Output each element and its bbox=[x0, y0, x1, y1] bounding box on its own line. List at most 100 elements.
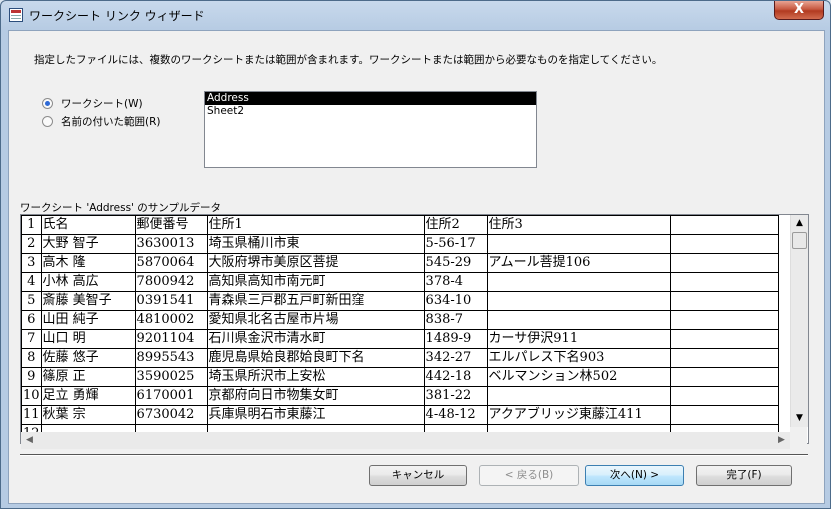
table-cell: 斎藤 美智子 bbox=[40, 291, 136, 311]
row-number: 8 bbox=[21, 348, 42, 368]
table-cell bbox=[669, 367, 779, 387]
table-cell: 0391541 bbox=[134, 291, 208, 311]
table-cell bbox=[669, 253, 779, 273]
table-cell: 郵便番号 bbox=[134, 215, 208, 235]
table-cell: 住所1 bbox=[206, 215, 425, 235]
vertical-scrollbar[interactable]: ▲ ▼ bbox=[790, 215, 808, 427]
table-cell bbox=[669, 348, 779, 368]
row-number: 1 bbox=[21, 215, 42, 235]
table-row: 8 佐藤 悠子 8995543 鹿児島県姶良郡姶良町下名 342-27 エルパレス下名90… bbox=[21, 348, 779, 368]
finish-button[interactable]: 完了(F) bbox=[696, 465, 792, 486]
table-cell: 小林 高広 bbox=[40, 272, 136, 292]
table-cell: 7800942 bbox=[134, 272, 208, 292]
table-cell: 石川県金沢市清水町 bbox=[206, 329, 425, 349]
table-cell: 青森県三戸郡五戸町新田窪 bbox=[206, 291, 425, 311]
radio-unselected-icon bbox=[42, 116, 53, 127]
table-cell bbox=[669, 386, 779, 406]
table-cell: 4-48-12 bbox=[423, 405, 488, 425]
table-row: 6 山田 純子 4810002 愛知県北名古屋市片場 838-7 bbox=[21, 310, 779, 330]
table-cell: 山田 純子 bbox=[40, 310, 136, 330]
sample-data-grid[interactable]: 1 氏名 郵便番号 住所1 住所2 住所3 2 大野 智子 3630013 埼玉県桶川市東 5-56… bbox=[20, 214, 809, 444]
table-row: 4 小林 高広 7800942 高知県高知市南元町 378-4 bbox=[21, 272, 779, 292]
table-cell: 381-22 bbox=[423, 386, 488, 406]
dialog-body: 指定したファイルには、複数のワークシートまたは範囲が含まれます。ワークシートまた… bbox=[8, 30, 825, 504]
table-cell: エルパレス下名903 bbox=[486, 348, 671, 368]
table-cell bbox=[669, 310, 779, 330]
instruction-text: 指定したファイルには、複数のワークシートまたは範囲が含まれます。ワークシートまた… bbox=[34, 54, 663, 66]
table-cell bbox=[486, 310, 671, 330]
row-number: 7 bbox=[21, 329, 42, 349]
table-cell: 大阪府堺市美原区菩提 bbox=[206, 253, 425, 273]
scroll-down-arrow-icon[interactable]: ▼ bbox=[791, 410, 808, 427]
window-title: ワークシート リンク ウィザード bbox=[29, 9, 205, 23]
app-icon bbox=[9, 8, 23, 22]
table-cell bbox=[486, 291, 671, 311]
table-cell bbox=[669, 234, 779, 254]
named-range-radio-label: 名前の付いた範囲(R) bbox=[61, 116, 161, 128]
row-number: 5 bbox=[21, 291, 42, 311]
table-cell: 佐藤 悠子 bbox=[40, 348, 136, 368]
worksheet-radio-label: ワークシート(W) bbox=[61, 98, 143, 110]
table-cell: 342-27 bbox=[423, 348, 488, 368]
table-cell bbox=[486, 386, 671, 406]
table-row: 5 斎藤 美智子 0391541 青森県三戸郡五戸町新田窪 634-10 bbox=[21, 291, 779, 311]
table-row: 2 大野 智子 3630013 埼玉県桶川市東 5-56-17 bbox=[21, 234, 779, 254]
row-number: 4 bbox=[21, 272, 42, 292]
table-cell: 兵庫県明石市東藤江 bbox=[206, 405, 425, 425]
row-number: 9 bbox=[21, 367, 42, 387]
table-cell: 篠原 正 bbox=[40, 367, 136, 387]
table-row: 10 足立 勇輝 6170001 京都府向日市物集女町 381-22 bbox=[21, 386, 779, 406]
horizontal-scrollbar[interactable]: ◀ ▶ bbox=[21, 432, 790, 449]
table-cell: 高木 隆 bbox=[40, 253, 136, 273]
table-cell bbox=[669, 329, 779, 349]
back-button[interactable]: < 戻る(B) bbox=[479, 465, 579, 486]
next-button[interactable]: 次へ(N) > bbox=[585, 465, 684, 486]
table-cell: 545-29 bbox=[423, 253, 488, 273]
sheet-list-item[interactable]: Sheet2 bbox=[205, 105, 536, 118]
sample-data-table: 1 氏名 郵便番号 住所1 住所2 住所3 2 大野 智子 3630013 埼玉県桶川市東 5-56… bbox=[21, 215, 779, 443]
table-cell bbox=[669, 272, 779, 292]
named-range-radio[interactable]: 名前の付いた範囲(R) bbox=[42, 114, 161, 129]
table-row: 3 高木 隆 5870064 大阪府堺市美原区菩提 545-29 アムール菩提106 bbox=[21, 253, 779, 273]
table-cell: 3630013 bbox=[134, 234, 208, 254]
scroll-left-arrow-icon[interactable]: ◀ bbox=[21, 432, 38, 449]
table-row: 1 氏名 郵便番号 住所1 住所2 住所3 bbox=[21, 215, 779, 235]
table-cell: 鹿児島県姶良郡姶良町下名 bbox=[206, 348, 425, 368]
table-cell: 378-4 bbox=[423, 272, 488, 292]
table-cell: 838-7 bbox=[423, 310, 488, 330]
table-cell: 埼玉県所沢市上安松 bbox=[206, 367, 425, 387]
wizard-window: ワークシート リンク ウィザード X 指定したファイルには、複数のワークシートま… bbox=[0, 0, 831, 509]
scroll-thumb[interactable] bbox=[792, 232, 807, 249]
radio-selected-icon bbox=[42, 98, 53, 109]
scroll-right-arrow-icon[interactable]: ▶ bbox=[773, 432, 790, 449]
scroll-up-arrow-icon[interactable]: ▲ bbox=[791, 215, 808, 232]
row-number: 6 bbox=[21, 310, 42, 330]
cancel-button[interactable]: キャンセル bbox=[369, 465, 467, 486]
table-cell bbox=[669, 291, 779, 311]
row-number: 3 bbox=[21, 253, 42, 273]
table-cell: ベルマンション林502 bbox=[486, 367, 671, 387]
table-cell: アクアブリッジ東藤江411 bbox=[486, 405, 671, 425]
table-cell: アムール菩提106 bbox=[486, 253, 671, 273]
table-cell: 氏名 bbox=[40, 215, 136, 235]
table-cell: 1489-9 bbox=[423, 329, 488, 349]
table-cell: 埼玉県桶川市東 bbox=[206, 234, 425, 254]
table-cell bbox=[486, 234, 671, 254]
row-number: 10 bbox=[21, 386, 42, 406]
table-cell: 442-18 bbox=[423, 367, 488, 387]
table-cell: 山口 明 bbox=[40, 329, 136, 349]
table-cell: 4810002 bbox=[134, 310, 208, 330]
row-number: 2 bbox=[21, 234, 42, 254]
table-cell: 大野 智子 bbox=[40, 234, 136, 254]
separator bbox=[20, 454, 808, 456]
table-cell: 5-56-17 bbox=[423, 234, 488, 254]
table-cell: 6170001 bbox=[134, 386, 208, 406]
sheet-listbox[interactable]: Address Sheet2 bbox=[204, 91, 537, 168]
table-cell: カーサ伊沢911 bbox=[486, 329, 671, 349]
table-cell: 8995543 bbox=[134, 348, 208, 368]
close-button[interactable]: X bbox=[774, 1, 824, 20]
sheet-list-item[interactable]: Address bbox=[205, 92, 536, 105]
worksheet-radio[interactable]: ワークシート(W) bbox=[42, 96, 143, 111]
title-bar[interactable]: ワークシート リンク ウィザード X bbox=[1, 1, 830, 29]
table-cell: 愛知県北名古屋市片場 bbox=[206, 310, 425, 330]
